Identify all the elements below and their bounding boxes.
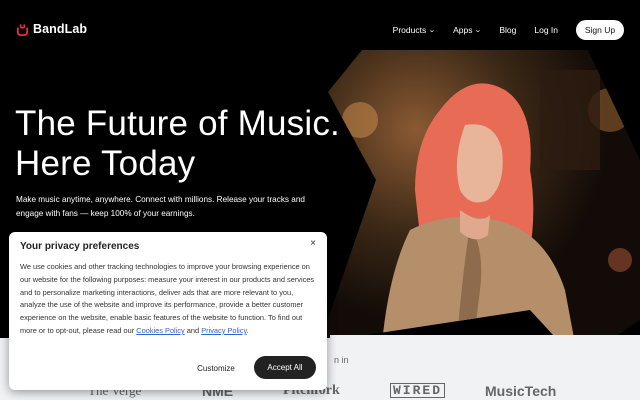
nav-item-apps[interactable]: Apps ⌄ xyxy=(453,25,482,35)
cookies-policy-link[interactable]: Cookies Policy xyxy=(136,326,184,335)
sign-up-button[interactable]: Sign Up xyxy=(576,20,624,40)
hero-image xyxy=(320,50,640,362)
accept-all-button[interactable]: Accept All xyxy=(254,356,316,379)
cookie-dialog-body: We use cookies and other tracking techno… xyxy=(20,261,320,338)
cookie-dialog-title: Your privacy preferences xyxy=(20,241,140,252)
nav-item-label: Apps xyxy=(453,25,473,35)
cookie-body-text: We use cookies and other tracking techno… xyxy=(20,262,315,335)
cookie-and-text: and xyxy=(184,325,202,335)
press-logo-wired: WIRED xyxy=(390,383,446,398)
customize-button[interactable]: Customize xyxy=(183,359,249,377)
nav-item-label: Blog xyxy=(499,25,517,35)
nav-item-login[interactable]: Log In xyxy=(534,25,558,35)
nav-links: Products ⌄ Apps ⌄ Blog Log In Sign Up xyxy=(375,20,624,40)
cookie-consent-dialog: Your privacy preferences × We use cookie… xyxy=(9,232,327,390)
chevron-down-icon: ⌄ xyxy=(474,26,482,34)
hero-title-line-2: Here Today xyxy=(15,144,196,183)
nav-item-label: Log In xyxy=(534,25,558,35)
nav-item-label: Products xyxy=(392,25,427,35)
chevron-down-icon: ⌄ xyxy=(428,26,436,34)
brand-name: BandLab xyxy=(33,22,88,36)
hero-subtitle: Make music anytime, anywhere. Connect wi… xyxy=(16,195,305,218)
hero-title-line-1: The Future of Music. xyxy=(15,104,340,143)
hero-title: The Future of Music. Here Today xyxy=(15,104,340,184)
privacy-policy-link[interactable]: Privacy Policy xyxy=(201,326,246,335)
close-icon[interactable]: × xyxy=(307,238,319,250)
featured-in-label: n in xyxy=(334,355,349,365)
cookie-end-text: . xyxy=(246,325,249,335)
press-logo-musictech: MusicTech xyxy=(485,383,557,399)
nav-item-blog[interactable]: Blog xyxy=(499,25,516,35)
nav-item-products[interactable]: Products ⌄ xyxy=(392,25,436,35)
bandlab-logo-icon xyxy=(17,23,28,36)
bandlab-logo[interactable]: BandLab xyxy=(16,22,87,36)
